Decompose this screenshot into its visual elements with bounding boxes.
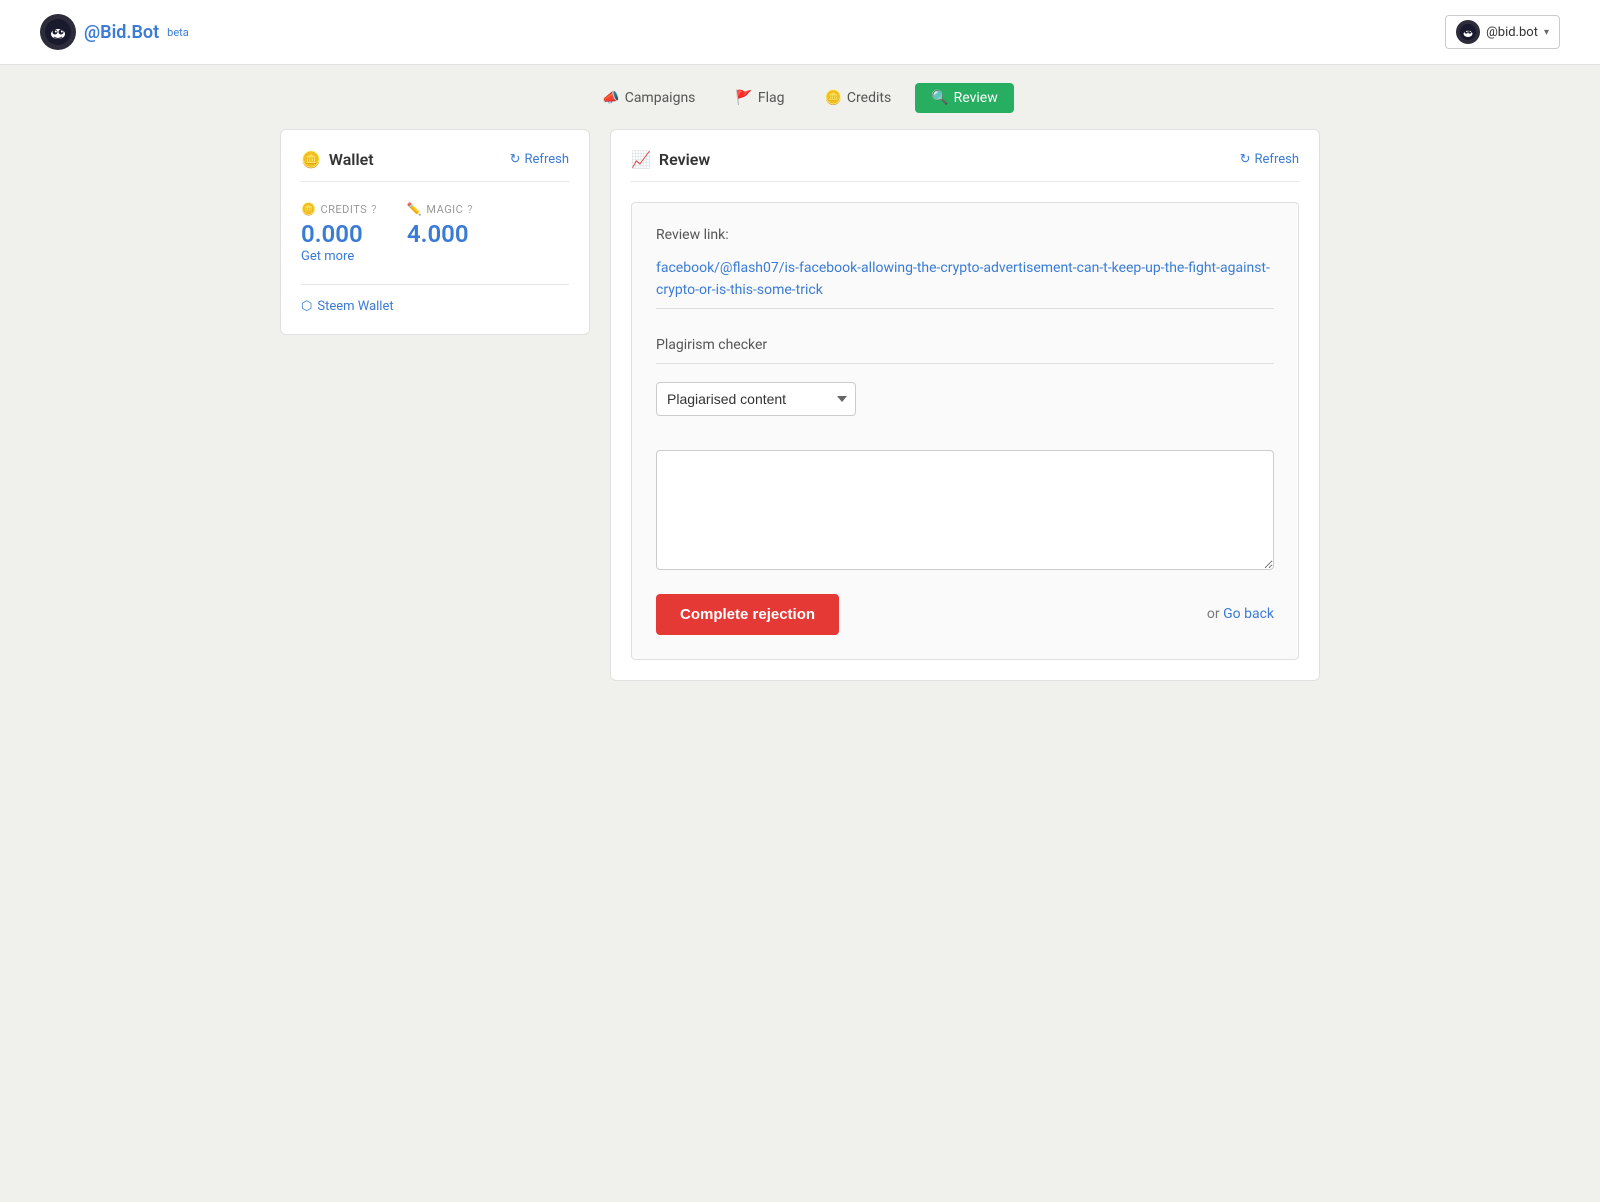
review-title: 📈 Review	[631, 150, 710, 169]
notes-textarea[interactable]	[656, 450, 1274, 570]
form-actions: Complete rejection or Go back	[656, 594, 1274, 635]
credits-help: ?	[371, 203, 377, 216]
wallet-card: 🪙 Wallet ↻ Refresh 🪙 CREDITS ? 0.000 Ge	[280, 129, 590, 335]
logo-avatar	[40, 14, 76, 50]
nav-item-flag[interactable]: 🚩 Flag	[719, 83, 800, 113]
go-back-prefix: or	[1207, 606, 1220, 622]
notes-group	[656, 450, 1274, 574]
wallet-refresh-label: Refresh	[525, 152, 569, 167]
header: @Bid.Bot beta @bid.bot ▾	[0, 0, 1600, 65]
review-title-icon: 📈	[631, 150, 651, 169]
nav-item-credits[interactable]: 🪙 Credits	[808, 83, 907, 113]
nav-item-campaigns[interactable]: 📣 Campaigns	[586, 83, 711, 113]
steem-wallet-label: Steem Wallet	[317, 299, 393, 314]
nav-label-campaigns: Campaigns	[625, 90, 696, 106]
magic-help: ?	[467, 203, 473, 216]
review-header: 📈 Review ↻ Refresh	[631, 150, 1299, 182]
nav-item-review[interactable]: 🔍 Review	[915, 83, 1014, 113]
credits-label-row: 🪙 CREDITS ?	[301, 202, 377, 216]
review-card: 📈 Review ↻ Refresh Review link: facebook…	[610, 129, 1320, 681]
wallet-icon: 🪙	[301, 150, 321, 169]
rejection-reason-group: Plagiarised content Original content Low…	[656, 382, 1274, 432]
review-link-label: Review link:	[656, 227, 1274, 243]
wallet-header: 🪙 Wallet ↻ Refresh	[301, 150, 569, 182]
credits-block: 🪙 CREDITS ? 0.000 Get more	[301, 202, 377, 264]
dropdown-caret-icon: ▾	[1544, 27, 1549, 38]
nav-label-credits: Credits	[847, 90, 891, 106]
magic-label-icon: ✏️	[407, 202, 422, 216]
review-form-card: Review link: facebook/@flash07/is-facebo…	[631, 202, 1299, 660]
wallet-footer: ⬡ Steem Wallet	[301, 284, 569, 314]
brand-area: @Bid.Bot beta	[40, 14, 189, 50]
main-nav: 📣 Campaigns 🚩 Flag 🪙 Credits 🔍 Review	[0, 65, 1600, 129]
magic-value: 4.000	[407, 220, 473, 248]
wallet-panel: 🪙 Wallet ↻ Refresh 🪙 CREDITS ? 0.000 Ge	[280, 129, 590, 681]
brand-name[interactable]: @Bid.Bot	[84, 22, 159, 43]
nav-label-flag: Flag	[758, 90, 785, 106]
main-content: 🪙 Wallet ↻ Refresh 🪙 CREDITS ? 0.000 Ge	[200, 129, 1400, 681]
review-link-group: Review link: facebook/@flash07/is-facebo…	[656, 227, 1274, 309]
complete-rejection-button[interactable]: Complete rejection	[656, 594, 839, 635]
review-refresh-button[interactable]: ↻ Refresh	[1240, 152, 1299, 167]
go-back-link[interactable]: Go back	[1223, 606, 1274, 622]
magic-block: ✏️ MAGIC ? 4.000	[407, 202, 473, 264]
credits-value: 0.000	[301, 220, 377, 248]
review-icon: 🔍	[931, 90, 948, 106]
wallet-refresh-icon: ↻	[510, 152, 521, 167]
review-refresh-icon: ↻	[1240, 152, 1251, 167]
user-handle: @bid.bot	[1486, 25, 1538, 40]
plagiarism-label: Plagirism checker	[656, 327, 1274, 364]
rejection-reason-select[interactable]: Plagiarised content Original content Low…	[656, 382, 856, 416]
plagiarism-group: Plagirism checker	[656, 327, 1274, 364]
wallet-title-text: Wallet	[329, 150, 374, 169]
user-menu[interactable]: @bid.bot ▾	[1445, 15, 1560, 49]
steem-wallet-link[interactable]: ⬡ Steem Wallet	[301, 299, 569, 314]
campaigns-icon: 📣	[602, 90, 619, 106]
flag-icon: 🚩	[735, 90, 752, 106]
wallet-title: 🪙 Wallet	[301, 150, 374, 169]
nav-label-review: Review	[954, 90, 998, 106]
magic-label-row: ✏️ MAGIC ?	[407, 202, 473, 216]
steem-wallet-icon: ⬡	[301, 299, 312, 314]
credits-label-text: CREDITS	[320, 203, 367, 216]
credits-label-icon: 🪙	[301, 202, 316, 216]
review-refresh-label: Refresh	[1255, 152, 1299, 167]
wallet-refresh-button[interactable]: ↻ Refresh	[510, 152, 569, 167]
review-title-text: Review	[659, 150, 710, 169]
brand-beta: beta	[167, 26, 189, 39]
go-back-area: or Go back	[1207, 606, 1274, 622]
review-link-value: facebook/@flash07/is-facebook-allowing-t…	[656, 251, 1274, 309]
wallet-stats: 🪙 CREDITS ? 0.000 Get more ✏️ MAGIC ? 4.…	[301, 202, 569, 264]
credits-icon: 🪙	[824, 90, 841, 106]
get-more-link[interactable]: Get more	[301, 249, 354, 264]
user-avatar	[1456, 20, 1480, 44]
magic-label-text: MAGIC	[426, 203, 463, 216]
review-panel: 📈 Review ↻ Refresh Review link: facebook…	[610, 129, 1320, 681]
